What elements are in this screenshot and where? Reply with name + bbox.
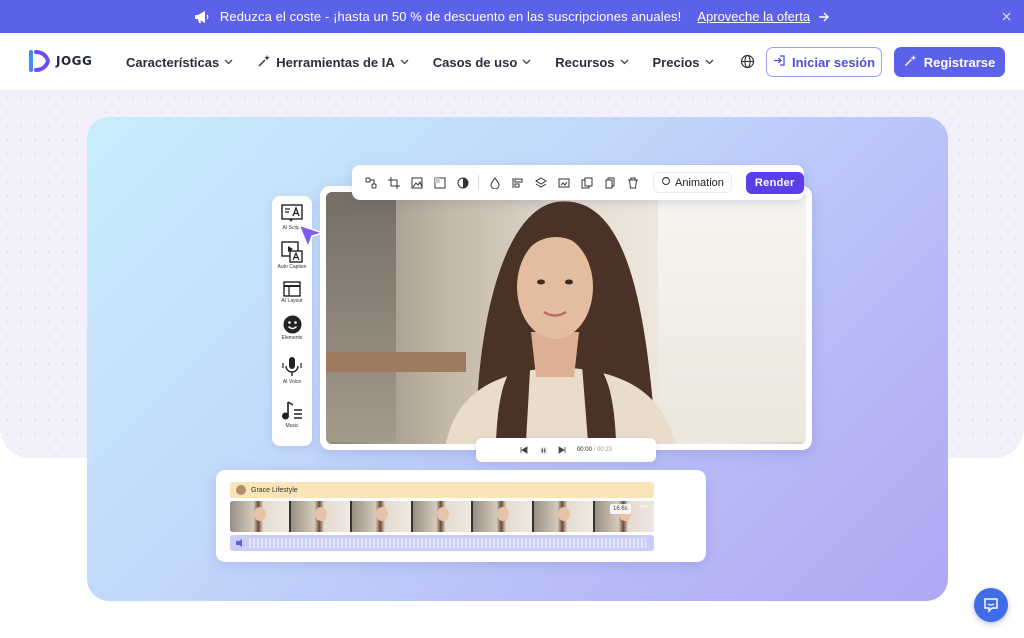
top-navigation: JOGG Características Herramientas de IA …: [0, 33, 1024, 91]
megaphone-icon: [194, 10, 210, 24]
group-icon[interactable]: [362, 174, 379, 191]
menu-item-casos-de-uso[interactable]: Casos de uso: [433, 55, 532, 70]
tool-ai-voice[interactable]: AI Voice: [272, 356, 312, 385]
animation-label: Animation: [675, 176, 724, 189]
timeline-panel: Grace Lifestyle 16.6s •••: [216, 470, 706, 562]
logo-mark-icon: [29, 50, 50, 72]
animation-button[interactable]: Animation: [653, 172, 732, 193]
trash-icon[interactable]: [624, 174, 641, 191]
video-frame-thumb: [290, 501, 350, 532]
promo-offer-link[interactable]: Aproveche la oferta: [697, 9, 810, 24]
avatar-track[interactable]: Grace Lifestyle: [230, 482, 654, 498]
text-icon: [281, 204, 303, 222]
logo[interactable]: JOGG: [28, 49, 92, 73]
login-label: Iniciar sesión: [791, 54, 876, 70]
menu-item-label: Herramientas de IA: [276, 54, 395, 70]
track-name: Grace Lifestyle: [251, 486, 298, 494]
video-frame-thumb: [534, 501, 594, 532]
arrow-right-icon[interactable]: [818, 11, 830, 23]
copy-icon[interactable]: [601, 174, 618, 191]
skip-back-icon[interactable]: [520, 446, 529, 455]
align-icon[interactable]: [509, 174, 526, 191]
playback-time: 00:00 / 00:23: [576, 447, 613, 453]
pointer-cursor-icon: [297, 223, 326, 254]
promo-message: Reduzca el coste - ¡hasta un 50 % de des…: [219, 9, 682, 24]
tool-label: Music: [285, 423, 299, 429]
contrast-icon[interactable]: [454, 174, 471, 191]
tool-label: Elements: [281, 335, 303, 341]
smiley-icon: [283, 315, 301, 334]
tool-label: AI Voice: [282, 379, 302, 385]
menu-item-caracteristicas[interactable]: Características: [126, 55, 233, 70]
login-button[interactable]: Iniciar sesión: [766, 47, 882, 77]
image-icon[interactable]: [408, 174, 425, 191]
tool-label: Auto Caption: [277, 264, 307, 270]
replace-image-icon[interactable]: [555, 174, 572, 191]
chevron-down-icon: [522, 59, 531, 65]
layout-icon: [283, 281, 301, 297]
menu-item-precios[interactable]: Precios: [653, 55, 714, 70]
logo-text: JOGG: [56, 54, 93, 68]
editor-toolbar: Animation Render: [352, 165, 804, 200]
crop-icon[interactable]: [385, 174, 402, 191]
more-options-icon[interactable]: •••: [640, 504, 647, 511]
chat-support-button[interactable]: [974, 588, 1008, 622]
mask-icon[interactable]: [431, 174, 448, 191]
video-frame-thumb: [351, 501, 411, 532]
sparkle-icon: [257, 54, 271, 71]
menu-item-label: Casos de uso: [432, 54, 518, 70]
microphone-icon: [282, 357, 302, 376]
render-button[interactable]: Render: [745, 171, 804, 194]
menu-item-label: Precios: [652, 54, 700, 70]
video-track[interactable]: [230, 501, 654, 532]
pause-icon[interactable]: [539, 445, 548, 455]
animation-icon: [661, 176, 671, 189]
menu-item-label: Recursos: [555, 54, 615, 70]
video-frame-thumb: [230, 501, 289, 532]
tool-ai-layout[interactable]: AI Layout: [272, 281, 312, 304]
signup-label: Registrarse: [923, 54, 996, 70]
audio-icon: [236, 539, 242, 547]
menu-item-recursos[interactable]: Recursos: [555, 55, 628, 70]
signup-button[interactable]: Registrarse: [894, 47, 1005, 77]
avatar-person-image: [446, 201, 676, 444]
video-frame-thumb: [412, 501, 472, 532]
main-menu: Características Herramientas de IA Casos…: [126, 33, 714, 91]
close-icon[interactable]: [998, 8, 1014, 24]
menu-item-label: Características: [126, 54, 220, 70]
chevron-down-icon: [400, 59, 409, 65]
login-icon: [773, 54, 786, 70]
clip-duration: 16.6s: [610, 504, 631, 514]
skip-forward-icon[interactable]: [558, 446, 567, 455]
audio-track[interactable]: [230, 535, 654, 551]
tool-label: AI Layout: [281, 298, 303, 304]
chevron-down-icon: [224, 59, 233, 65]
sparkle-icon: [904, 54, 917, 70]
chat-icon: [984, 598, 998, 613]
video-frame-thumb: [473, 501, 533, 532]
promo-banner: Reduzca el coste - ¡hasta un 50 % de des…: [0, 0, 1024, 33]
language-globe-icon[interactable]: [740, 54, 755, 74]
duplicate-icon[interactable]: [578, 174, 595, 191]
playback-controls: 00:00 / 00:23: [476, 438, 656, 462]
chevron-down-icon: [705, 59, 714, 65]
avatar-video-preview[interactable]: [326, 192, 806, 444]
toolbar-divider: [478, 174, 479, 191]
tool-elements[interactable]: Elements: [272, 315, 312, 341]
chevron-down-icon: [620, 59, 629, 65]
avatar: [236, 485, 246, 495]
music-icon: [282, 401, 302, 420]
tool-music[interactable]: Music: [272, 400, 312, 429]
audio-waveform: [249, 538, 646, 548]
menu-item-herramientas-ia[interactable]: Herramientas de IA: [257, 54, 409, 71]
layers-icon[interactable]: [532, 174, 549, 191]
opacity-icon[interactable]: [486, 174, 503, 191]
